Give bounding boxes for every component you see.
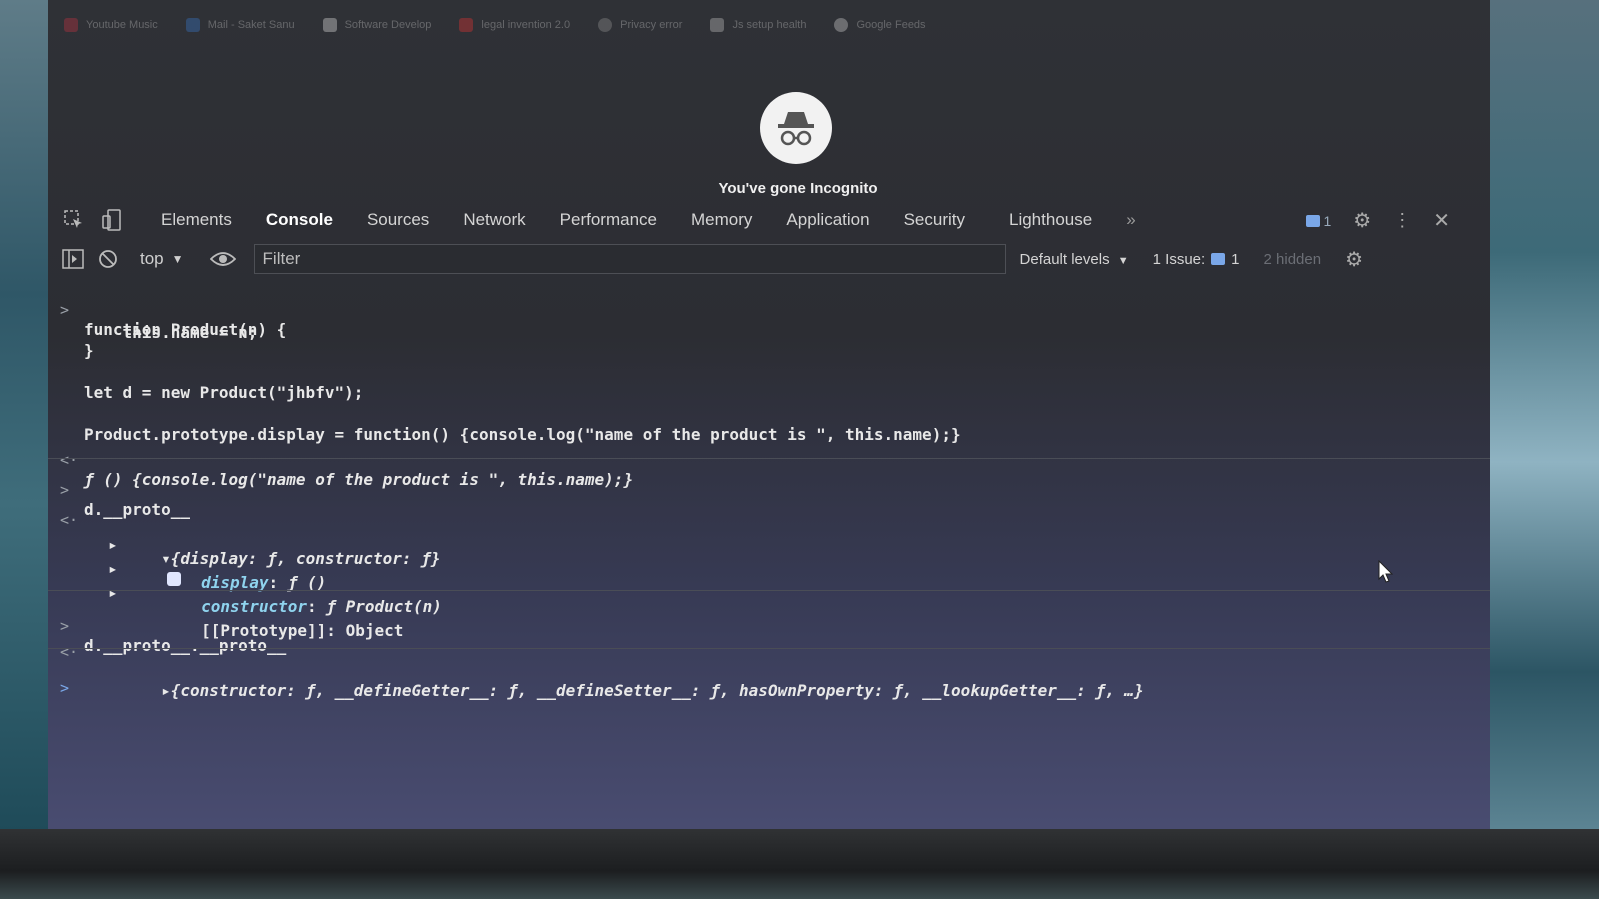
console-output: > function Product(n) { this.name = n; }… — [48, 282, 1490, 702]
tab-favicon-icon — [322, 18, 337, 32]
tab-elements[interactable]: Elements — [144, 210, 249, 230]
console-prompt[interactable]: > — [48, 660, 1490, 717]
kebab-menu-icon[interactable]: ⋮ — [1393, 210, 1411, 231]
close-devtools-icon[interactable]: ✕ — [1433, 208, 1450, 233]
filter-input[interactable]: Filter — [253, 244, 1006, 274]
tab-favicon-icon — [598, 18, 613, 32]
tab-security[interactable]: Security — [887, 210, 982, 230]
tab-favicon-icon — [185, 18, 200, 32]
tab-lighthouse[interactable]: Lighthouse — [992, 210, 1109, 230]
divider — [48, 648, 1490, 649]
result-arrow-icon: <· — [60, 511, 79, 529]
log-levels-dropdown[interactable]: Default levels ▼ — [1020, 251, 1129, 268]
browser-window: Youtube Music Mail - Saket Sanu Software… — [48, 0, 1490, 840]
devtools-tab-bar: Elements Console Sources Network Perform… — [48, 200, 1490, 240]
issue-icon — [1211, 253, 1226, 265]
console-toolbar: top ▼ Filter Default levels ▼ 1 Issue: 1… — [48, 242, 1490, 276]
tab-memory[interactable]: Memory — [674, 210, 769, 230]
sidebar-toggle-icon[interactable] — [62, 249, 84, 269]
browser-tab[interactable]: Privacy error — [598, 18, 682, 32]
browser-tab-strip: Youtube Music Mail - Saket Sanu Software… — [48, 0, 1490, 50]
hidden-count: 2 hidden — [1263, 250, 1322, 268]
divider — [48, 458, 1490, 459]
settings-gear-icon[interactable]: ⚙ — [1353, 208, 1371, 233]
messages-badge[interactable]: 1 — [1305, 213, 1331, 229]
tab-sources[interactable]: Sources — [350, 210, 446, 230]
toolbar-right: Default levels ▼ 1 Issue: 1 2 hidden ⚙ — [1020, 247, 1363, 272]
console-settings-gear-icon[interactable]: ⚙ — [1345, 247, 1363, 272]
message-icon — [1305, 214, 1320, 227]
context-selector[interactable]: top ▼ — [140, 249, 184, 269]
dropdown-arrow-icon: ▼ — [171, 252, 184, 266]
input-prompt-icon: > — [60, 679, 70, 697]
devtools-right-controls: 1 ⚙ ⋮ ✕ — [1305, 208, 1450, 233]
result-arrow-icon: <· — [60, 643, 79, 661]
tab-application[interactable]: Application — [769, 210, 886, 230]
browser-tab[interactable]: legal invention 2.0 — [459, 18, 570, 32]
tab-favicon-icon — [459, 18, 474, 32]
incognito-icon — [760, 92, 832, 164]
browser-tab[interactable]: Software Develop — [322, 18, 431, 32]
browser-tab[interactable]: Youtube Music — [64, 18, 158, 32]
inspect-element-icon[interactable] — [62, 208, 86, 232]
issues-button[interactable]: 1 Issue: 1 — [1153, 251, 1240, 268]
live-expression-eye-icon[interactable] — [209, 251, 236, 267]
tab-favicon-icon — [64, 18, 78, 32]
tab-favicon-icon — [834, 18, 849, 32]
tab-performance[interactable]: Performance — [543, 210, 674, 230]
monitor-bezel — [0, 829, 1599, 899]
code-line: } — [84, 341, 94, 360]
tab-network[interactable]: Network — [446, 210, 542, 230]
more-tabs-button[interactable]: » — [1109, 210, 1152, 230]
tab-console[interactable]: Console — [249, 210, 350, 230]
browser-tab[interactable]: Js setup health — [710, 18, 806, 32]
browser-tab[interactable]: Mail - Saket Sanu — [185, 18, 295, 32]
divider — [48, 590, 1490, 591]
browser-tab[interactable]: Google Feeds — [834, 18, 926, 32]
incognito-message: You've gone Incognito — [718, 180, 878, 197]
clear-console-icon[interactable] — [98, 249, 118, 269]
device-toolbar-icon[interactable] — [100, 208, 124, 232]
mouse-pointer-icon — [1378, 560, 1394, 583]
dropdown-arrow-icon: ▼ — [1117, 254, 1129, 267]
tab-favicon-icon — [710, 18, 725, 32]
code-line: let d = new Product("jhbfv"); — [84, 383, 364, 402]
